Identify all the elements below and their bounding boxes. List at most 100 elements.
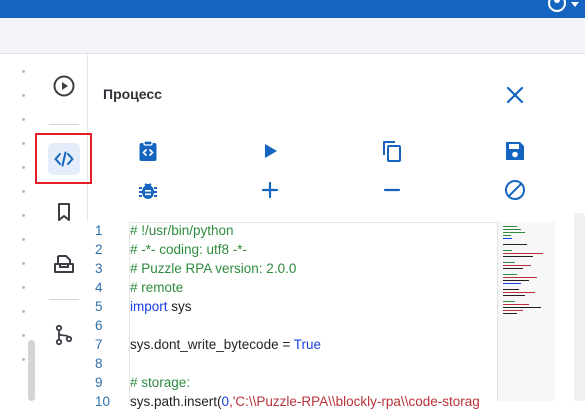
run-process-button[interactable] <box>49 71 79 101</box>
minus-icon <box>383 188 401 192</box>
code-line[interactable]: 3 # Puzzle RPA version: 2.0.0 <box>87 259 517 278</box>
code-line[interactable]: 9 # storage: <box>87 373 517 392</box>
code-text: import sys <box>130 299 192 314</box>
add-button[interactable] <box>257 177 283 203</box>
play-circle-icon <box>53 75 75 97</box>
code-text: # !/usr/bin/python <box>130 223 234 238</box>
minimap-line <box>503 304 529 305</box>
secondary-toolbar <box>0 18 585 53</box>
queue-button[interactable] <box>49 249 79 279</box>
grid-dot <box>22 286 25 289</box>
minimap-line <box>503 280 529 281</box>
separator <box>49 299 79 300</box>
copy-icon <box>383 141 401 162</box>
run-button[interactable] <box>257 138 283 164</box>
code-text: sys.path.insert(0,'C:\\Puzzle-RPA\\block… <box>130 394 480 409</box>
minimap-line <box>503 292 535 293</box>
grid-dot <box>22 118 25 121</box>
grid-dot <box>22 214 25 217</box>
minimap-line <box>503 268 523 269</box>
minimap-line <box>503 250 512 251</box>
close-panel-button[interactable] <box>503 83 527 107</box>
minimap-line <box>503 283 521 284</box>
debug-button[interactable] <box>135 177 161 203</box>
code-text: # -*- coding: utf8 -*- <box>130 242 248 257</box>
minimap-line <box>503 289 519 290</box>
minimap-line <box>503 265 531 266</box>
play-icon <box>265 144 277 158</box>
line-number: 5 <box>95 299 103 314</box>
line-number: 4 <box>95 280 103 295</box>
chevron-down-icon[interactable] <box>571 2 579 7</box>
minimap-line <box>503 232 525 233</box>
minimap-line <box>503 274 517 275</box>
line-number: 7 <box>95 337 103 352</box>
code-minimap[interactable] <box>497 222 555 401</box>
minimap-line <box>503 253 543 254</box>
grid-dot <box>22 94 25 97</box>
minimap-line <box>503 235 511 236</box>
line-number: 6 <box>95 318 103 333</box>
code-line[interactable]: 7 sys.dont_write_bytecode = True <box>87 335 517 354</box>
line-number: 2 <box>95 242 103 257</box>
paste-code-button[interactable] <box>135 138 161 164</box>
minimap-line <box>503 313 517 314</box>
code-text: sys.dont_write_bytecode = True <box>130 337 321 352</box>
line-number: 9 <box>95 375 103 390</box>
minimap-line <box>503 310 523 311</box>
page-scrollbar-track[interactable] <box>574 213 585 401</box>
save-icon <box>506 142 524 160</box>
bookmark-icon <box>58 203 70 221</box>
copy-button[interactable] <box>379 138 405 164</box>
remove-button[interactable] <box>379 177 405 203</box>
bug-icon <box>139 183 157 199</box>
code-line[interactable]: 10 sys.path.insert(0,'C:\\Puzzle-RPA\\blo… <box>87 392 517 411</box>
minimap-line <box>503 226 517 227</box>
code-line[interactable]: 4 # remote <box>87 278 517 297</box>
clipboard-code-icon <box>139 140 157 161</box>
bookmarks-button[interactable] <box>49 197 79 227</box>
grid-dot <box>22 358 25 361</box>
code-line[interactable]: 1 # !/usr/bin/python <box>87 221 517 240</box>
inbox-stack-icon <box>54 255 74 273</box>
app-header-bar <box>0 0 585 18</box>
code-text: # remote <box>130 280 184 295</box>
minimap-line <box>503 295 525 296</box>
code-text: # storage: <box>130 375 191 390</box>
grid-dot <box>22 70 25 73</box>
branch-fork-icon <box>55 324 73 346</box>
line-number: 10 <box>95 394 111 409</box>
code-line[interactable]: 8 <box>87 354 517 373</box>
grid-dot <box>22 142 25 145</box>
separator <box>49 124 79 125</box>
line-number: 3 <box>95 261 103 276</box>
grid-dot <box>22 238 25 241</box>
code-line[interactable]: 6 <box>87 316 517 335</box>
code-line[interactable]: 2 # -*- coding: utf8 -*- <box>87 240 517 259</box>
close-icon <box>506 86 524 104</box>
minimap-line <box>503 301 515 302</box>
canvas-scrollbar-thumb[interactable] <box>28 340 35 401</box>
disable-button[interactable] <box>502 177 528 203</box>
line-number: 8 <box>95 356 103 371</box>
code-line[interactable]: 5 import sys <box>87 297 517 316</box>
grid-dot <box>22 310 25 313</box>
selection-highlight-box <box>35 133 92 184</box>
line-number: 1 <box>95 223 103 238</box>
code-text: # Puzzle RPA version: 2.0.0 <box>130 261 297 276</box>
grid-dot <box>22 166 25 169</box>
minimap-line <box>503 238 512 239</box>
branch-button[interactable] <box>49 320 79 350</box>
grid-dot <box>22 190 25 193</box>
grid-dot <box>22 334 25 337</box>
block-icon <box>505 180 525 200</box>
save-button[interactable] <box>502 138 528 164</box>
minimap-line <box>503 229 521 230</box>
minimap-line <box>503 256 533 257</box>
grid-dot <box>22 262 25 265</box>
minimap-line <box>503 244 527 245</box>
minimap-line <box>503 277 537 278</box>
minimap-line <box>503 307 541 308</box>
plus-icon <box>261 181 279 199</box>
panel-title: Процесс <box>103 86 162 102</box>
